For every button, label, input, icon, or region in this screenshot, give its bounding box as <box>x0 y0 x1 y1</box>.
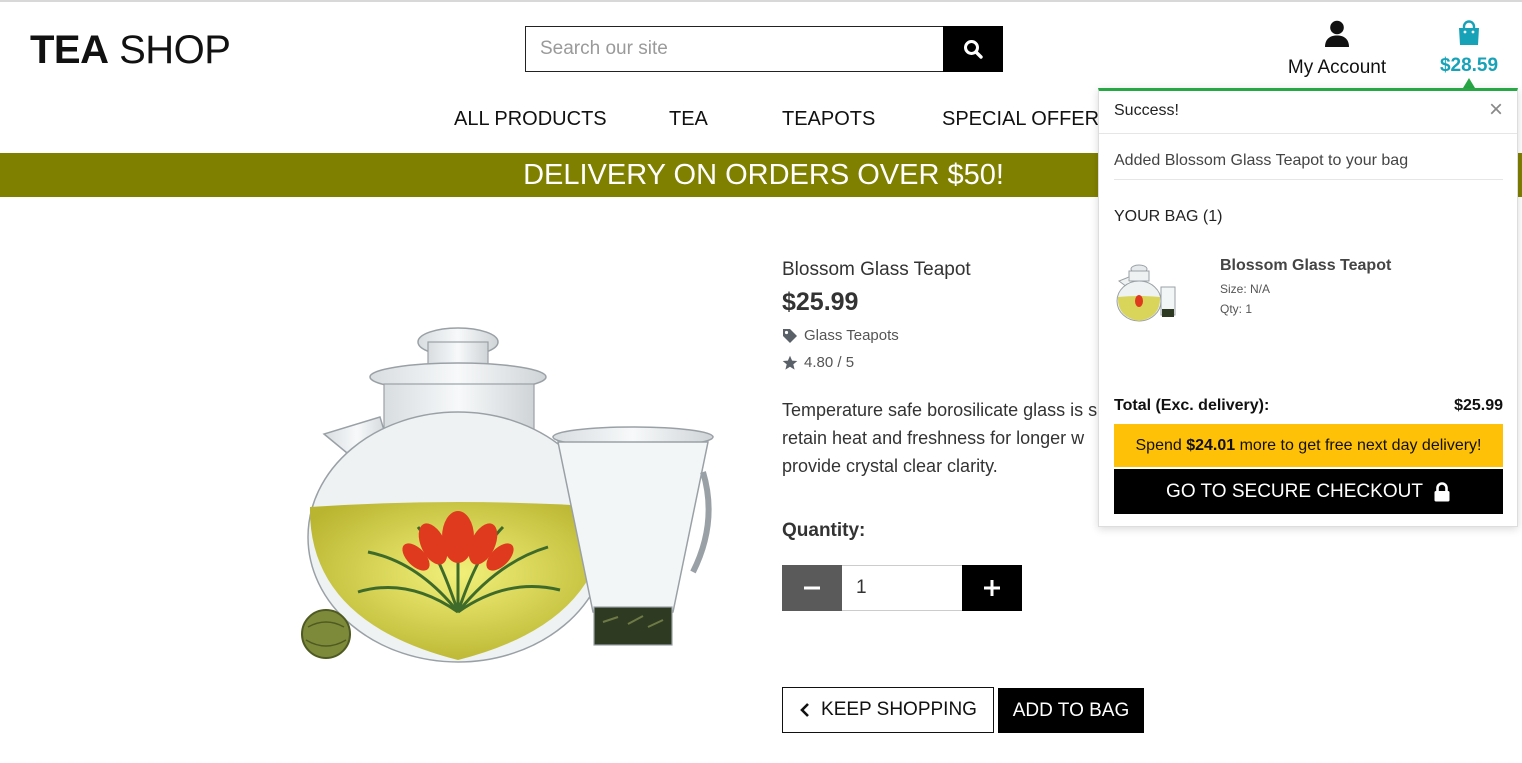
bag-total-value: $25.99 <box>1454 397 1503 414</box>
toast-message: Added Blossom Glass Teapot to your bag <box>1114 152 1503 180</box>
keep-shopping-button[interactable]: KEEP SHOPPING <box>782 687 994 733</box>
free-delivery-notice: Spend $24.01 more to get free next day d… <box>1114 424 1503 467</box>
toast-title: Success! <box>1114 102 1179 119</box>
nav-special-offers[interactable]: SPECIAL OFFERS <box>942 108 1112 131</box>
user-icon <box>1325 20 1349 47</box>
product-rating-value: 4.80 / 5 <box>804 354 855 371</box>
my-account-label: My Account <box>1287 57 1387 78</box>
quantity-input[interactable] <box>842 565 962 611</box>
product-category-label: Glass Teapots <box>804 327 899 344</box>
search-icon <box>964 40 983 59</box>
increment-button[interactable] <box>962 565 1022 611</box>
nav-teapots[interactable]: TEAPOTS <box>782 108 875 131</box>
spend-prefix: Spend <box>1135 436 1187 454</box>
bag-heading: YOUR BAG (1) <box>1114 208 1223 225</box>
nav-tea[interactable]: TEA <box>669 108 708 131</box>
spend-suffix: more to get free next day delivery! <box>1235 436 1482 454</box>
product-description-line: retain heat and freshness for longer w <box>782 428 1085 448</box>
product-rating: 4.80 / 5 <box>782 354 854 371</box>
shopping-bag-link[interactable]: $28.59 <box>1430 20 1508 77</box>
plus-icon <box>984 580 1000 596</box>
add-to-bag-button[interactable]: ADD TO BAG <box>998 688 1144 733</box>
top-border <box>0 0 1522 2</box>
product-description-line: provide crystal clear clarity. <box>782 456 998 476</box>
nav-all-products[interactable]: ALL PRODUCTS <box>454 108 607 131</box>
product-image <box>301 327 714 663</box>
search-button[interactable] <box>943 26 1003 72</box>
product-category[interactable]: Glass Teapots <box>782 327 899 344</box>
minus-icon <box>804 586 820 590</box>
site-logo[interactable]: TEA SHOP <box>30 28 231 72</box>
logo-bold-text: TEA <box>30 28 109 72</box>
bag-total-label: Total (Exc. delivery): <box>1114 397 1270 414</box>
bag-item-size: Size: N/A <box>1220 282 1271 296</box>
logo-light-text: SHOP <box>108 28 231 72</box>
bag-total-row: Total (Exc. delivery): $25.99 <box>1114 397 1503 415</box>
toast-header: Success! × <box>1099 91 1517 134</box>
secure-checkout-button[interactable]: GO TO SECURE CHECKOUT <box>1114 469 1503 514</box>
product-name: Blossom Glass Teapot <box>782 259 971 280</box>
toast-caret <box>1463 78 1475 88</box>
product-description: Temperature safe borosilicate glass is s… <box>782 396 1102 480</box>
bag-item-name: Blossom Glass Teapot <box>1220 257 1392 274</box>
product-price: $25.99 <box>782 288 859 316</box>
chevron-left-icon <box>800 703 809 717</box>
my-account-link[interactable]: My Account <box>1276 20 1398 79</box>
product-description-line: Temperature safe borosilicate glass is s <box>782 400 1098 420</box>
bag-total: $28.59 <box>1439 55 1499 76</box>
search-form <box>525 26 1003 72</box>
bag-item-qty: Qty: 1 <box>1220 302 1253 316</box>
star-icon <box>782 355 798 370</box>
quantity-label: Quantity: <box>782 520 866 541</box>
secure-checkout-label: GO TO SECURE CHECKOUT <box>1166 480 1423 502</box>
success-toast: Success! × Added Blossom Glass Teapot to… <box>1098 88 1518 527</box>
shopping-bag-icon <box>1459 20 1479 45</box>
close-icon[interactable]: × <box>1489 98 1503 122</box>
spend-amount: $24.01 <box>1186 436 1236 454</box>
decrement-button[interactable] <box>782 565 842 611</box>
bag-item-thumbnail <box>1116 264 1176 322</box>
keep-shopping-label: KEEP SHOPPING <box>821 699 977 720</box>
lock-icon <box>1434 481 1450 501</box>
tag-icon <box>783 328 797 343</box>
search-input[interactable] <box>526 27 943 71</box>
quantity-stepper <box>782 565 1022 611</box>
